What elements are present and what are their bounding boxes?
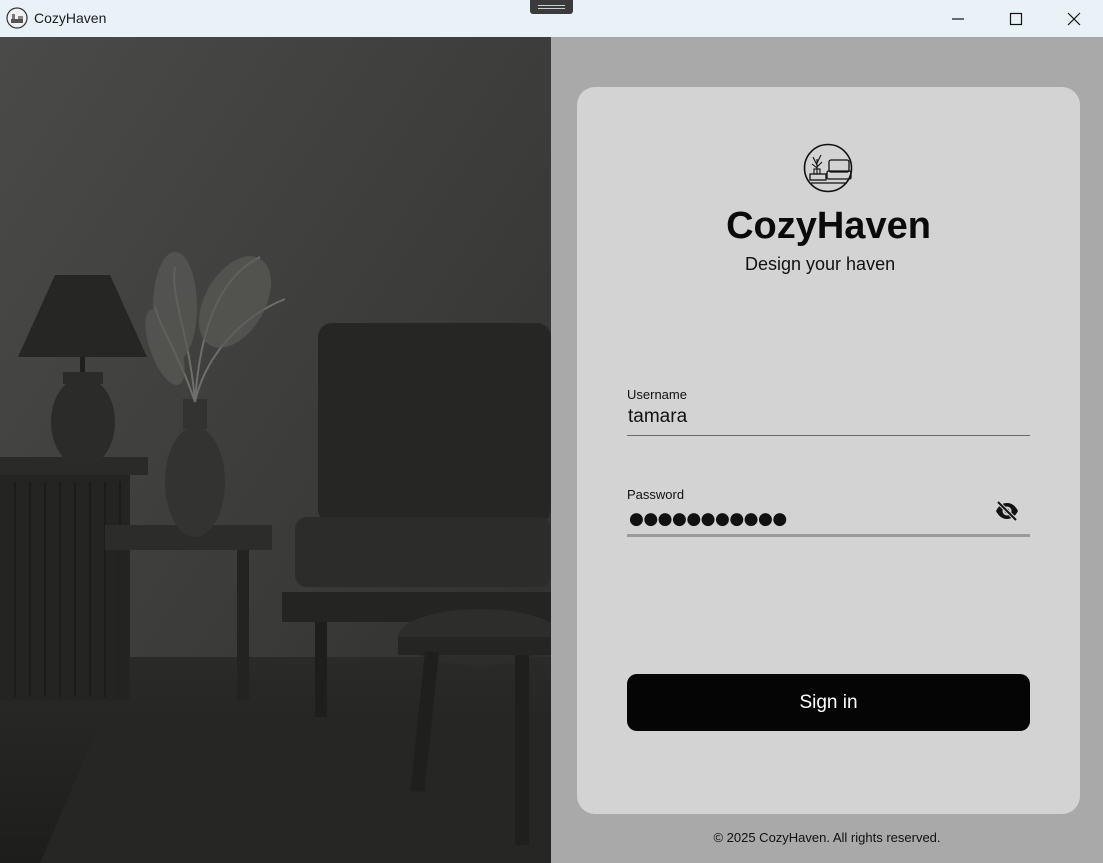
interior-photo	[0, 37, 551, 863]
minimize-button[interactable]	[929, 0, 987, 37]
username-input[interactable]: tamara	[628, 406, 968, 428]
username-underline	[627, 435, 1030, 436]
password-input[interactable]: ●●●●●●●●●●●	[629, 509, 787, 529]
username-field[interactable]: Username tamara	[627, 387, 1030, 437]
password-label: Password	[627, 487, 685, 502]
sign-in-button[interactable]: Sign in	[627, 674, 1030, 731]
copyright-footer: © 2025 CozyHaven. All rights reserved.	[713, 830, 941, 845]
maximize-button[interactable]	[987, 0, 1045, 37]
brand-tagline: Design your haven	[745, 254, 896, 274]
login-card: CozyHaven Design your haven Username tam…	[577, 87, 1080, 814]
close-button[interactable]	[1045, 0, 1103, 37]
brand-logo-icon	[803, 143, 853, 193]
password-underline	[627, 534, 1030, 537]
username-label: Username	[627, 387, 687, 402]
minimize-icon	[952, 17, 964, 20]
eye-off-icon[interactable]	[994, 500, 1020, 522]
login-pane: CozyHaven Design your haven Username tam…	[551, 37, 1103, 863]
brand-title: CozyHaven	[726, 205, 931, 247]
window-title: CozyHaven	[34, 10, 107, 26]
title-bar[interactable]: CozyHaven	[0, 0, 1103, 37]
password-field[interactable]: Password ●●●●●●●●●●●	[627, 487, 1030, 537]
drag-handle[interactable]	[530, 0, 573, 14]
close-icon	[1067, 12, 1081, 25]
maximize-icon	[1009, 12, 1023, 25]
app-logo-icon	[6, 7, 28, 29]
